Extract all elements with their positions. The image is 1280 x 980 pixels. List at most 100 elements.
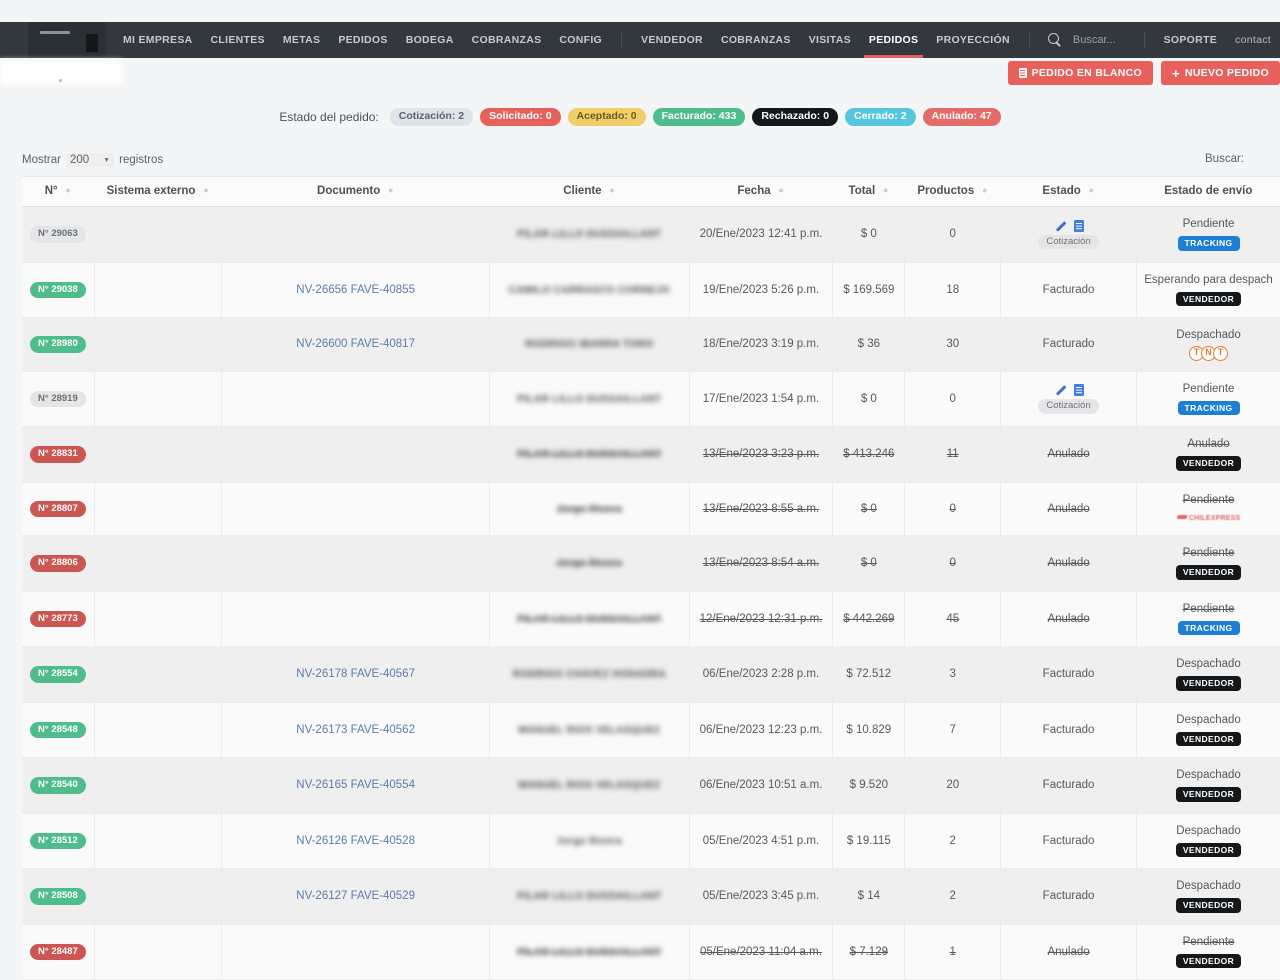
document-link[interactable]: NV-26173 FAVE-40562 — [296, 724, 415, 736]
status-pill-cotizacin[interactable]: Cotización: 2 — [389, 108, 474, 126]
status-pill-solicitado[interactable]: Solicitado: 0 — [480, 108, 561, 126]
table-row[interactable]: N° 28512 NV-26126 FAVE-40528 Jorge Rivera 0… — [22, 813, 1280, 869]
table-row[interactable]: N° 28487 PILAR LILLO DUSSAILLANT 05/Ene/20… — [22, 924, 1280, 980]
table-row[interactable]: N° 28508 NV-26127 FAVE-40529 PILAR LILLO D… — [22, 868, 1280, 925]
file-icon[interactable] — [1073, 219, 1084, 232]
sort-icon[interactable]: ▲ ▼ — [609, 187, 616, 195]
nav-item-config[interactable]: CONFIG — [550, 22, 611, 58]
document-link[interactable]: NV-26127 FAVE-40529 — [296, 890, 415, 902]
carrier-badge-vendedor[interactable]: VENDEDOR — [1175, 676, 1242, 691]
table-row[interactable]: N° 29063 PILAR LILLO DUSSAILLANT 20/Ene/20… — [22, 206, 1280, 263]
sort-icon[interactable]: ▲ ▼ — [1088, 187, 1095, 195]
column-header-estado[interactable]: Estado ▲ ▼ — [1000, 176, 1137, 207]
status-pill-rechazado[interactable]: Rechazado: 0 — [752, 108, 839, 126]
column-header-documento[interactable]: Documento ▲ ▼ — [221, 176, 490, 207]
order-number-badge[interactable]: N° 28548 — [30, 721, 86, 738]
column-header-estadodeenvo[interactable]: Estado de envío — [1136, 176, 1280, 207]
nuevo-pedido-button[interactable]: + NUEVO PEDIDO — [1160, 61, 1280, 85]
table-row[interactable]: N° 28548 NV-26173 FAVE-40562 MANUEL RIOS V… — [22, 702, 1280, 758]
subnav-item-proyeccin[interactable]: PROYECCIÓN — [927, 22, 1019, 58]
carrier-badge-vendedor[interactable]: VENDEDOR — [1175, 787, 1242, 802]
pencil-icon[interactable] — [1054, 384, 1066, 396]
order-number-badge[interactable]: N° 28487 — [30, 943, 86, 960]
table-row[interactable]: N° 28554 NV-26178 FAVE-40567 RODRIGO CHAVE… — [22, 646, 1280, 703]
company-logo[interactable] — [28, 22, 106, 58]
entries-per-page-select[interactable]: 200 ▼ — [65, 153, 115, 167]
column-header-n[interactable]: N° ▲ ▼ — [22, 176, 95, 207]
carrier-badge-vendedor[interactable]: VENDEDOR — [1175, 291, 1242, 307]
carrier-badge-vendedor[interactable]: VENDEDOR — [1175, 953, 1242, 969]
status-pill-aceptado[interactable]: Aceptado: 0 — [567, 108, 646, 126]
status-pill-anulado[interactable]: Anulado: 47 — [922, 108, 1001, 126]
global-search[interactable]: Buscar... — [1047, 33, 1116, 47]
search-icon[interactable] — [1047, 33, 1062, 47]
table-row[interactable]: N° 28807 Jorge Rivera 13/Ene/2023 8:55 a.m… — [22, 482, 1280, 536]
order-number-badge[interactable]: N° 28508 — [30, 888, 86, 905]
table-row[interactable]: N° 28773 PILAR LILLO DUSSAILLANT 12/Ene/20… — [22, 591, 1280, 647]
document-link[interactable]: NV-26126 FAVE-40528 — [296, 835, 415, 847]
table-row[interactable]: N° 28831 PILAR LILLO DUSSAILLANT 13/Ene/20… — [22, 426, 1280, 483]
order-number-badge[interactable]: N° 28831 — [30, 446, 86, 463]
column-header-cliente[interactable]: Cliente ▲ ▼ — [489, 176, 690, 207]
carrier-badge-tracking[interactable]: TRACKING — [1177, 236, 1240, 251]
sort-icon[interactable]: ▲ ▼ — [778, 187, 785, 195]
subnav-item-vendedor[interactable]: VENDEDOR — [632, 22, 712, 58]
cell-total: $ 36 — [832, 317, 905, 372]
order-number-badge[interactable]: N° 28806 — [30, 555, 86, 572]
nav-item-clientes[interactable]: CLIENTES — [202, 22, 274, 58]
order-number-badge[interactable]: N° 28980 — [30, 336, 86, 353]
document-link[interactable]: NV-26600 FAVE-40817 — [296, 338, 415, 350]
column-header-productos[interactable]: Productos ▲ ▼ — [904, 176, 1001, 207]
table-row[interactable]: N° 29038 NV-26656 FAVE-40855 CAMILO CARRAS… — [22, 262, 1280, 318]
carrier-badge-tracking[interactable]: TRACKING — [1177, 620, 1240, 636]
status-pill-facturado[interactable]: Facturado: 433 — [652, 108, 746, 126]
nav-item-pedidos[interactable]: PEDIDOS — [329, 22, 396, 58]
nav-item-bodega[interactable]: BODEGA — [397, 22, 463, 58]
pedido-en-blanco-button[interactable]: PEDIDO EN BLANCO — [1007, 61, 1153, 85]
order-number-badge[interactable]: N° 28919 — [30, 390, 86, 407]
document-link[interactable]: NV-26178 FAVE-40567 — [296, 668, 415, 680]
pencil-icon[interactable] — [1054, 220, 1066, 232]
nav-item-cobranzas[interactable]: COBRANZAS — [463, 22, 551, 58]
carrier-badge-vendedor[interactable]: VENDEDOR — [1175, 898, 1242, 913]
sort-icon[interactable]: ▲ ▼ — [387, 187, 394, 195]
carrier-badge-vendedor[interactable]: VENDEDOR — [1175, 565, 1242, 580]
search-input[interactable]: Buscar... — [1073, 34, 1116, 46]
column-header-fecha[interactable]: Fecha ▲ ▼ — [689, 176, 833, 207]
carrier-badge-tracking[interactable]: TRACKING — [1177, 400, 1240, 416]
file-icon[interactable] — [1073, 384, 1084, 396]
subnav-item-cobranzas[interactable]: COBRANZAS — [712, 22, 800, 58]
tnt-logo-icon[interactable]: TNT — [1189, 346, 1229, 362]
carrier-badge-vendedor[interactable]: VENDEDOR — [1175, 842, 1242, 858]
order-number-badge[interactable]: N° 28554 — [30, 666, 86, 683]
column-header-sistemaexterno[interactable]: Sistema externo ▲ ▼ — [94, 176, 222, 207]
sort-icon[interactable]: ▲ ▼ — [981, 187, 988, 195]
table-row[interactable]: N° 28919 PILAR LILLO DUSSAILLANT 17/Ene/20… — [22, 371, 1280, 427]
column-header-total[interactable]: Total ▲ ▼ — [832, 176, 905, 207]
nav-item-mi-empresa[interactable]: MI EMPRESA — [114, 22, 202, 58]
order-number-badge[interactable]: N° 29038 — [30, 281, 86, 298]
table-row[interactable]: N° 28540 NV-26165 FAVE-40554 MANUEL RIOS V… — [22, 757, 1280, 814]
carrier-badge-vendedor[interactable]: VENDEDOR — [1175, 731, 1242, 747]
order-number-badge[interactable]: N° 28540 — [30, 777, 86, 794]
table-row[interactable]: N° 28980 NV-26600 FAVE-40817 RODRIGO IBARR… — [22, 317, 1280, 372]
sort-icon[interactable]: ▲ ▼ — [202, 187, 209, 195]
nav-item-metas[interactable]: METAS — [274, 22, 329, 58]
sort-icon[interactable]: ▲ ▼ — [882, 187, 889, 195]
order-number-badge[interactable]: N° 28773 — [30, 610, 86, 627]
subnav-item-pedidos[interactable]: PEDIDOS — [860, 22, 927, 58]
order-number-badge[interactable]: N° 29063 — [30, 226, 86, 243]
order-number-badge[interactable]: N° 28807 — [30, 500, 86, 517]
cell-cliente: PILAR LILLO DUSSAILLANT — [489, 591, 690, 647]
order-number-badge[interactable]: N° 28512 — [30, 832, 86, 849]
status-pill-cerrado[interactable]: Cerrado: 2 — [845, 108, 916, 126]
document-link[interactable]: NV-26656 FAVE-40855 — [296, 284, 415, 296]
chilexpress-logo-icon[interactable]: CHILEXPRESS — [1177, 514, 1241, 525]
table-row[interactable]: N° 28806 Jorge Rivera 13/Ene/2023 8:54 a.m… — [22, 535, 1280, 592]
sort-icon[interactable]: ▲ ▼ — [65, 187, 72, 195]
subnav-item-visitas[interactable]: VISITAS — [800, 22, 860, 58]
carrier-badge-vendedor[interactable]: VENDEDOR — [1175, 456, 1242, 471]
nav-contact[interactable]: contact — [1226, 22, 1280, 58]
nav-soporte[interactable]: SOPORTE — [1155, 22, 1226, 58]
document-link[interactable]: NV-26165 FAVE-40554 — [296, 779, 415, 791]
